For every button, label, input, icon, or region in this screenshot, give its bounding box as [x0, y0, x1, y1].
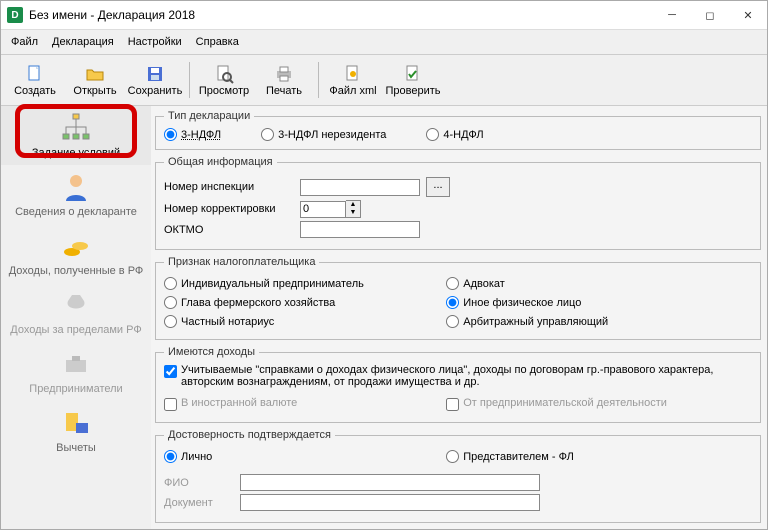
check-icon	[403, 64, 423, 84]
folder-open-icon	[85, 64, 105, 84]
toolbar-create[interactable]: Создать	[5, 59, 65, 101]
person-icon	[60, 171, 92, 203]
spinner-correction[interactable]: ▲▼	[300, 200, 361, 218]
toolbar-separator	[318, 62, 319, 98]
input-fio	[240, 474, 540, 491]
legend-payer: Признак налогоплательщика	[164, 256, 319, 268]
toolbar-separator	[189, 62, 190, 98]
label-oktmo: ОКТМО	[164, 224, 294, 236]
radio-3ndfl-nonres[interactable]: 3-НДФЛ нерезидента	[261, 128, 386, 141]
menu-file[interactable]: Файл	[5, 34, 44, 50]
sidebar-label: Сведения о декларанте	[15, 206, 137, 218]
fieldset-payer: Признак налогоплательщика Индивидуальный…	[155, 256, 761, 340]
new-file-icon	[25, 64, 45, 84]
spin-down-icon[interactable]: ▼	[346, 209, 360, 217]
toolbar-check[interactable]: Проверить	[383, 59, 443, 101]
menu-settings[interactable]: Настройки	[122, 34, 188, 50]
sidebar: Задание условий Сведения о декларанте До…	[1, 106, 151, 529]
sidebar-label: Задание условий	[32, 147, 120, 159]
minimize-button[interactable]: ─	[653, 1, 691, 29]
sidebar-label: Вычеты	[56, 442, 96, 454]
toolbar-save[interactable]: Сохранить	[125, 59, 185, 101]
spin-up-icon[interactable]: ▲	[346, 201, 360, 209]
briefcase-icon	[60, 348, 92, 380]
radio-lawyer[interactable]: Адвокат	[446, 277, 728, 290]
input-doc	[240, 494, 540, 511]
legend-general: Общая информация	[164, 156, 277, 168]
sidebar-label: Предприниматели	[29, 383, 122, 395]
tree-icon	[60, 112, 92, 144]
radio-farmer[interactable]: Глава фермерского хозяйства	[164, 296, 446, 309]
fieldset-income: Имеются доходы Учитываемые "справками о …	[155, 346, 761, 423]
label-doc: Документ	[164, 497, 234, 509]
fieldset-trust: Достоверность подтверждается Лично Предс…	[155, 429, 761, 523]
radio-3ndfl[interactable]: 3-НДФЛ	[164, 128, 221, 141]
menu-help[interactable]: Справка	[190, 34, 245, 50]
radio-other-person[interactable]: Иное физическое лицо	[446, 296, 728, 309]
maximize-button[interactable]: ◻	[691, 1, 729, 29]
toolbar-open[interactable]: Открыть	[65, 59, 125, 101]
radio-rep-fl[interactable]: Представителем - ФЛ	[446, 450, 728, 463]
save-icon	[145, 64, 165, 84]
input-inspection[interactable]	[300, 179, 420, 196]
fieldset-general: Общая информация Номер инспекции ... Ном…	[155, 156, 761, 250]
sidebar-item-declarant[interactable]: Сведения о декларанте	[1, 165, 151, 224]
titlebar: D Без имени - Декларация 2018 ─ ◻ ✕	[1, 1, 767, 30]
radio-notary[interactable]: Частный нотариус	[164, 315, 446, 328]
label-inspection: Номер инспекции	[164, 181, 294, 193]
printer-icon	[274, 64, 294, 84]
legend-decl-type: Тип декларации	[164, 110, 254, 122]
check-income-foreign[interactable]: В иностранной валюте	[164, 397, 446, 411]
toolbar-xml[interactable]: Файл xml	[323, 59, 383, 101]
label-correction: Номер корректировки	[164, 203, 294, 215]
radio-ip[interactable]: Индивидуальный предприниматель	[164, 277, 446, 290]
input-oktmo[interactable]	[300, 221, 420, 238]
legend-income: Имеются доходы	[164, 346, 259, 358]
deductions-icon	[60, 407, 92, 439]
preview-icon	[214, 64, 234, 84]
sidebar-label: Доходы, полученные в РФ	[9, 265, 144, 277]
label-fio: ФИО	[164, 477, 234, 489]
toolbar-view[interactable]: Просмотр	[194, 59, 254, 101]
xml-file-icon	[343, 64, 363, 84]
main-body: Задание условий Сведения о декларанте До…	[1, 106, 767, 529]
legend-trust: Достоверность подтверждается	[164, 429, 335, 441]
fieldset-decl-type: Тип декларации 3-НДФЛ 3-НДФЛ нерезидента…	[155, 110, 761, 150]
menubar: Файл Декларация Настройки Справка	[1, 30, 767, 55]
radio-4ndfl[interactable]: 4-НДФЛ	[426, 128, 483, 141]
money-bag-icon	[60, 289, 92, 321]
sidebar-item-conditions[interactable]: Задание условий	[1, 106, 151, 165]
app-window: D Без имени - Декларация 2018 ─ ◻ ✕ Файл…	[0, 0, 768, 530]
coins-icon	[60, 230, 92, 262]
toolbar-print[interactable]: Печать	[254, 59, 314, 101]
button-pick-inspection[interactable]: ...	[426, 177, 450, 197]
input-correction[interactable]	[300, 201, 346, 218]
sidebar-item-deductions[interactable]: Вычеты	[1, 401, 151, 460]
toolbar: Создать Открыть Сохранить Просмотр Печат…	[1, 55, 767, 106]
radio-self[interactable]: Лично	[164, 450, 446, 463]
sidebar-item-income-rf[interactable]: Доходы, полученные в РФ	[1, 224, 151, 283]
check-income-spravki[interactable]: Учитываемые "справками о доходах физичес…	[164, 364, 752, 388]
radio-arbitr[interactable]: Арбитражный управляющий	[446, 315, 728, 328]
sidebar-item-income-abroad[interactable]: Доходы за пределами РФ	[1, 283, 151, 342]
close-button[interactable]: ✕	[729, 1, 767, 29]
window-title: Без имени - Декларация 2018	[29, 8, 653, 22]
app-icon: D	[7, 7, 23, 23]
sidebar-label: Доходы за пределами РФ	[10, 324, 141, 336]
sidebar-item-entrepreneurs[interactable]: Предприниматели	[1, 342, 151, 401]
check-income-business[interactable]: От предпринимательской деятельности	[446, 397, 728, 411]
menu-declaration[interactable]: Декларация	[46, 34, 120, 50]
content-pane: Тип декларации 3-НДФЛ 3-НДФЛ нерезидента…	[151, 106, 767, 529]
